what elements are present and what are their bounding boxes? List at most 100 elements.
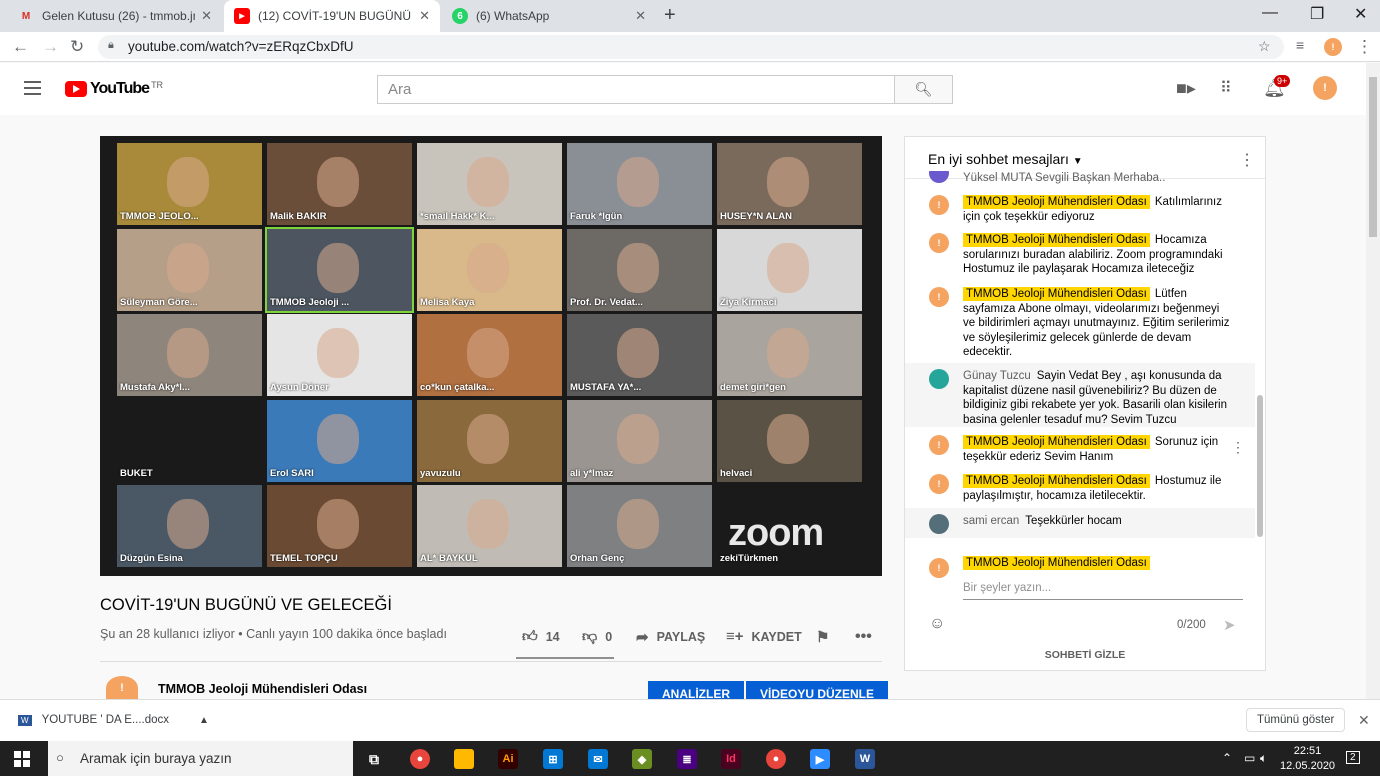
minimize-button[interactable]: — bbox=[1262, 4, 1278, 22]
tray-chevron-icon[interactable]: ⌃ bbox=[1222, 751, 1232, 765]
close-window-button[interactable]: ✕ bbox=[1354, 4, 1367, 24]
zoom-app-icon[interactable]: ▶ bbox=[810, 749, 830, 769]
task-view-icon[interactable]: ⧉ bbox=[364, 749, 384, 769]
show-all-downloads-button[interactable]: Tümünü göster bbox=[1246, 708, 1346, 732]
more-actions-button[interactable]: ••• bbox=[855, 628, 872, 646]
chevron-up-icon[interactable]: ▲ bbox=[199, 715, 209, 726]
channel-avatar[interactable]: ! bbox=[106, 676, 138, 700]
chat-mode-dropdown[interactable]: En iyi sohbet mesajları ▼ bbox=[928, 151, 1083, 167]
scrollbar-thumb[interactable] bbox=[1369, 77, 1377, 237]
close-tab-icon[interactable]: ✕ bbox=[419, 8, 430, 24]
message-menu-icon[interactable]: ⋮ bbox=[1231, 439, 1245, 456]
participant-silhouette bbox=[467, 413, 509, 464]
mail-icon[interactable]: ✉ bbox=[588, 749, 608, 769]
participant-name: Ziya Kirmaci bbox=[720, 296, 777, 308]
participant-silhouette bbox=[467, 499, 509, 549]
participant-name: Orhan Genç bbox=[570, 553, 625, 564]
video-player[interactable]: TMMOB JEOLO... Malik BAKIR *smail Hakk* K.… bbox=[100, 136, 882, 576]
participant-silhouette bbox=[317, 242, 359, 293]
message-author: TMMOB Jeoloji Mühendisleri Odası bbox=[963, 474, 1150, 488]
emoji-icon[interactable]: ☺ bbox=[929, 615, 945, 633]
file-explorer-icon[interactable] bbox=[454, 749, 474, 769]
tab-gmail[interactable]: M Gelen Kutusu (26) - tmmob.jmo@ ✕ bbox=[8, 0, 222, 32]
forward-icon[interactable]: → bbox=[42, 37, 59, 57]
indesign-icon[interactable]: Id bbox=[721, 749, 741, 769]
profile-avatar[interactable]: ! bbox=[1324, 38, 1342, 56]
save-label: KAYDET bbox=[751, 629, 802, 644]
user-avatar: ! bbox=[929, 435, 949, 455]
participant-tile: helvaci bbox=[717, 399, 862, 482]
close-tab-icon[interactable]: ✕ bbox=[635, 8, 646, 24]
apps-grid-icon[interactable]: ⠿ bbox=[1220, 78, 1232, 98]
participant-silhouette bbox=[617, 242, 659, 293]
hamburger-menu-icon[interactable] bbox=[24, 81, 41, 95]
participant-tile: Mustafa Aky*l... bbox=[117, 314, 262, 396]
illustrator-icon[interactable]: Ai bbox=[498, 749, 518, 769]
network-icon[interactable]: ▭ bbox=[1244, 751, 1255, 765]
browser-menu-icon[interactable]: ⋮ bbox=[1356, 37, 1373, 57]
participant-name: Prof. Dr. Vedat... bbox=[570, 296, 643, 308]
tab-youtube[interactable]: ▶ (12) COVİT-19'UN BUGÜNÜ VE G ✕ bbox=[224, 0, 440, 32]
reload-icon[interactable]: ↻ bbox=[70, 37, 84, 57]
app-icon[interactable]: ◆ bbox=[632, 749, 652, 769]
volume-icon[interactable]: 🔈︎ bbox=[1260, 751, 1267, 766]
action-center-icon[interactable]: 2 bbox=[1346, 751, 1360, 764]
participant-name: yavuzulu bbox=[420, 467, 461, 479]
participant-silhouette bbox=[317, 328, 359, 378]
youtube-play-icon bbox=[65, 81, 87, 97]
close-download-bar-icon[interactable]: ✕ bbox=[1358, 712, 1370, 729]
store-icon[interactable]: ⊞ bbox=[543, 749, 563, 769]
notification-badge: 9+ bbox=[1274, 75, 1291, 87]
analytics-button[interactable]: ANALİZLER bbox=[648, 681, 744, 701]
hide-chat-button[interactable]: SOHBETİ GİZLE bbox=[905, 649, 1265, 661]
taskbar-clock[interactable]: 22:51 12.05.2020 bbox=[1280, 744, 1335, 774]
account-avatar[interactable]: ! bbox=[1313, 76, 1337, 100]
windows-start-icon[interactable] bbox=[14, 751, 30, 767]
participant-silhouette bbox=[617, 499, 659, 549]
close-tab-icon[interactable]: ✕ bbox=[201, 8, 212, 24]
app-icon-2[interactable]: ≣ bbox=[677, 749, 697, 769]
participant-name: Faruk *lgün bbox=[570, 211, 623, 222]
download-item[interactable]: W YOUTUBE ' DA E....docx ▲ bbox=[18, 714, 209, 726]
participant-name: Erol SARI bbox=[270, 467, 314, 479]
participant-silhouette bbox=[767, 328, 809, 378]
share-button[interactable]: ➦ PAYLAŞ bbox=[636, 628, 705, 646]
dislike-button[interactable]: 👎︎ 0 bbox=[582, 628, 612, 646]
report-button[interactable]: ⚑ bbox=[816, 628, 837, 646]
search-input[interactable]: Ara bbox=[377, 75, 895, 104]
edit-video-button[interactable]: VİDEOYU DÜZENLE bbox=[746, 681, 889, 701]
maximize-button[interactable]: ❐ bbox=[1310, 4, 1324, 24]
chat-title: En iyi sohbet mesajları bbox=[928, 151, 1069, 167]
taskbar-search[interactable]: ○ Aramak için buraya yazın bbox=[48, 741, 353, 776]
search-button[interactable]: 🔍︎ bbox=[894, 75, 953, 104]
chat-menu-icon[interactable]: ⋮ bbox=[1239, 150, 1255, 170]
back-icon[interactable]: ← bbox=[12, 37, 29, 57]
chrome-icon[interactable]: ● bbox=[410, 749, 430, 769]
tab-whatsapp[interactable]: 6 (6) WhatsApp ✕ bbox=[442, 0, 656, 32]
save-button[interactable]: ≡+ KAYDET bbox=[726, 628, 802, 645]
media-control-icon[interactable]: ≡ bbox=[1296, 37, 1304, 53]
like-button[interactable]: 👍︎ 14 bbox=[522, 628, 560, 646]
live-chat: En iyi sohbet mesajları ▼ ⋮ Yüksel MUTA … bbox=[904, 136, 1266, 671]
participant-silhouette bbox=[467, 157, 509, 207]
url-field[interactable]: 🔒︎ youtube.com/watch?v=zERqzCbxDfU ☆ bbox=[98, 35, 1284, 59]
chrome-active-icon[interactable]: ● bbox=[766, 749, 786, 769]
word-file-icon: W bbox=[18, 714, 32, 726]
youtube-logo[interactable]: YouTube TR bbox=[65, 80, 163, 98]
participant-tile: MUSTAFA YA*... bbox=[567, 314, 712, 396]
chat-scrollbar[interactable] bbox=[1257, 395, 1263, 537]
word-icon[interactable]: W bbox=[855, 749, 875, 769]
participant-silhouette bbox=[617, 157, 659, 207]
chat-message-input[interactable]: Bir şeyler yazın... bbox=[963, 582, 1051, 594]
action-center-count: 2 bbox=[1350, 752, 1356, 763]
page-scrollbar[interactable] bbox=[1366, 63, 1380, 699]
new-tab-button[interactable]: + bbox=[664, 4, 676, 27]
bookmark-star-icon[interactable]: ☆ bbox=[1258, 38, 1271, 55]
create-video-icon[interactable]: ■▸ bbox=[1176, 78, 1196, 99]
message-body: sami ercan Teşekkürler hocam bbox=[963, 514, 1233, 529]
whatsapp-icon: 6 bbox=[452, 8, 468, 24]
user-avatar: ! bbox=[929, 195, 949, 215]
send-icon[interactable]: ➤ bbox=[1223, 616, 1236, 634]
participant-tile: yavuzulu bbox=[417, 399, 562, 482]
channel-name[interactable]: TMMOB Jeoloji Mühendisleri Odası bbox=[158, 682, 367, 696]
